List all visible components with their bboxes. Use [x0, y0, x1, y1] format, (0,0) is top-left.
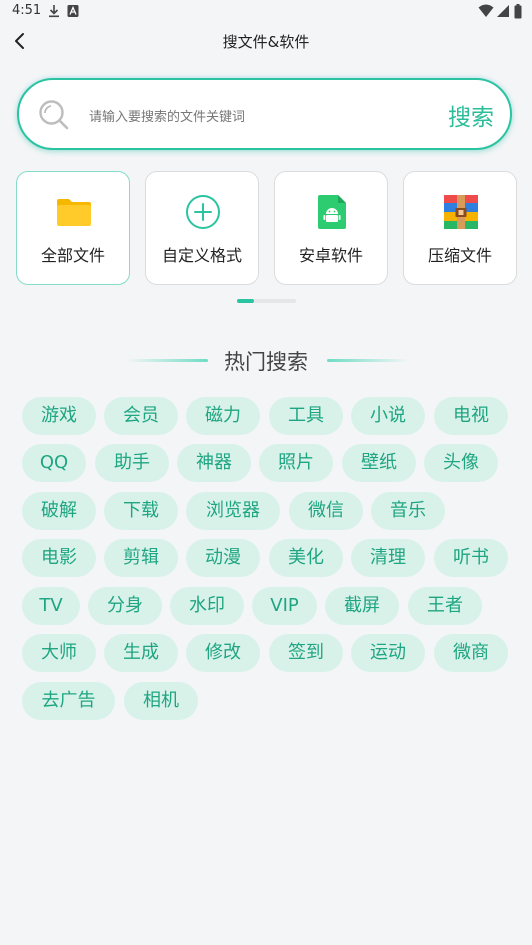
- search-icon: [39, 100, 69, 130]
- status-bar: 4:51: [0, 0, 532, 24]
- category-label: 自定义格式: [161, 246, 242, 265]
- page-indicator-active: [237, 299, 254, 303]
- hot-tag[interactable]: 照片: [259, 444, 333, 482]
- hot-tag[interactable]: 微信: [289, 492, 363, 530]
- search-input[interactable]: [87, 102, 391, 132]
- category-all-files[interactable]: 全部文件: [16, 171, 130, 285]
- hot-tag[interactable]: 生成: [104, 634, 178, 672]
- hot-tag[interactable]: TV: [22, 587, 80, 625]
- notification-icon: [67, 5, 79, 17]
- hot-tag[interactable]: 助手: [95, 444, 169, 482]
- hot-tag[interactable]: 破解: [22, 492, 96, 530]
- category-custom-format[interactable]: 自定义格式: [145, 171, 259, 285]
- hot-tag[interactable]: 美化: [269, 539, 343, 577]
- title-bar: 搜文件&软件: [0, 24, 532, 58]
- hot-tag[interactable]: 分身: [88, 587, 162, 625]
- hot-tag[interactable]: 听书: [434, 539, 508, 577]
- hot-tag[interactable]: 清理: [351, 539, 425, 577]
- hot-tag[interactable]: 签到: [269, 634, 343, 672]
- hot-search-title: 热门搜索: [224, 350, 308, 374]
- hot-tag[interactable]: 运动: [351, 634, 425, 672]
- hot-tag[interactable]: 去广告: [22, 682, 115, 720]
- archive-icon: [444, 195, 478, 229]
- hot-tag[interactable]: 会员: [104, 397, 178, 435]
- hot-tag[interactable]: 神器: [177, 444, 251, 482]
- hot-tag[interactable]: 下载: [104, 492, 178, 530]
- hot-tag[interactable]: 动漫: [186, 539, 260, 577]
- search-button[interactable]: 搜索: [448, 98, 494, 132]
- hot-tag[interactable]: 小说: [351, 397, 425, 435]
- category-label: 安卓软件: [298, 246, 363, 265]
- hot-tag[interactable]: 微商: [434, 634, 508, 672]
- category-label: 全部文件: [40, 246, 105, 265]
- hot-tag[interactable]: 音乐: [371, 492, 445, 530]
- battery-icon: [514, 4, 522, 19]
- hot-tag[interactable]: 截屏: [325, 587, 399, 625]
- hot-tag[interactable]: 电影: [22, 539, 96, 577]
- hot-tag[interactable]: 头像: [424, 444, 498, 482]
- folder-icon: [57, 199, 91, 226]
- category-android-apps[interactable]: 安卓软件: [274, 171, 388, 285]
- category-label: 压缩文件: [427, 246, 492, 265]
- wifi-icon: [478, 4, 494, 17]
- category-archives[interactable]: 压缩文件: [403, 171, 517, 285]
- hot-tag[interactable]: 游戏: [22, 397, 96, 435]
- status-time: 4:51: [12, 3, 42, 18]
- search-bar: 搜索: [17, 78, 512, 150]
- signal-icon: [497, 5, 509, 17]
- hot-tag[interactable]: QQ: [22, 444, 86, 482]
- plus-circle-icon: [186, 195, 220, 229]
- hot-tag[interactable]: 水印: [170, 587, 244, 625]
- page-title: 搜文件&软件: [222, 33, 310, 51]
- hot-tag[interactable]: 王者: [408, 587, 482, 625]
- hot-tag[interactable]: VIP: [252, 587, 317, 625]
- download-icon: [49, 5, 59, 18]
- hot-tag[interactable]: 浏览器: [186, 492, 280, 530]
- hot-tag[interactable]: 壁纸: [342, 444, 416, 482]
- hot-tag[interactable]: 大师: [22, 634, 96, 672]
- hot-tag[interactable]: 修改: [186, 634, 260, 672]
- android-file-icon: [318, 195, 346, 229]
- hot-tag[interactable]: 剪辑: [104, 539, 178, 577]
- hot-tag[interactable]: 相机: [124, 682, 198, 720]
- hot-tag[interactable]: 电视: [434, 397, 508, 435]
- hot-tag[interactable]: 工具: [269, 397, 343, 435]
- hot-tag[interactable]: 磁力: [186, 397, 260, 435]
